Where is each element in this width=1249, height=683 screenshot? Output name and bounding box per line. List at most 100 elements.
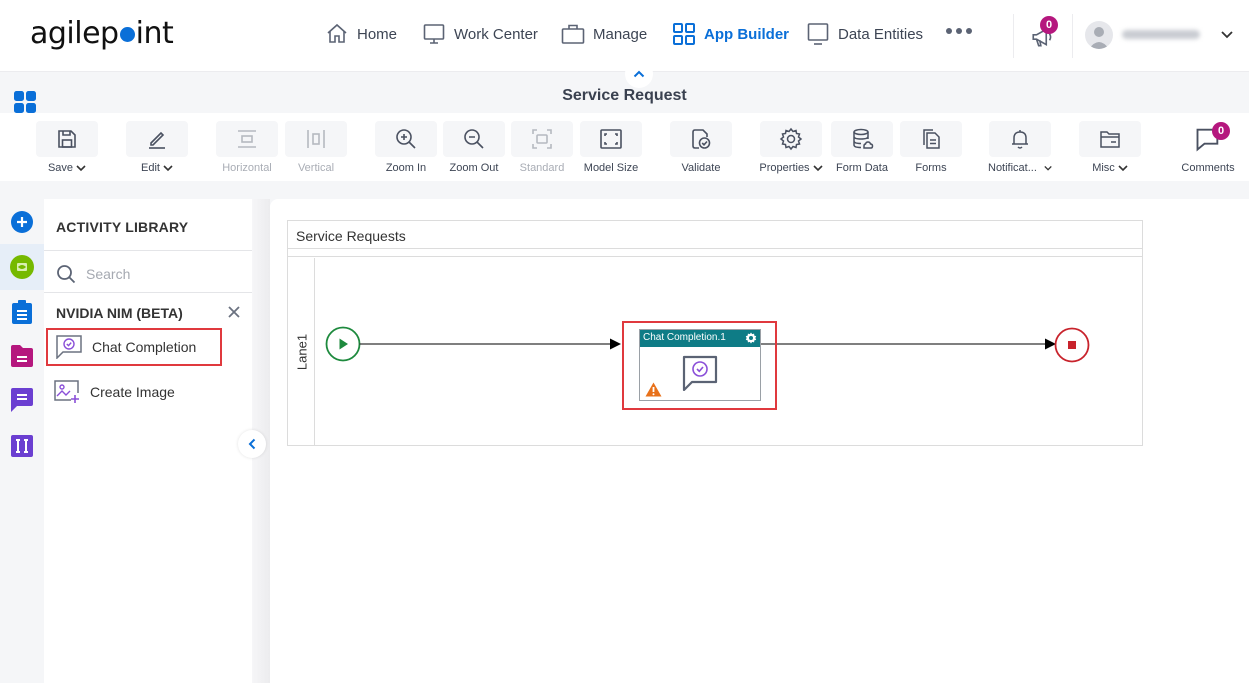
edit-button[interactable]: Edit [125, 121, 189, 174]
toolbar-label: Zoom In [385, 162, 427, 174]
nav-item-app-builder[interactable]: App Builder [672, 22, 789, 46]
divider [44, 250, 252, 251]
bell-icon [1012, 130, 1028, 149]
integration-icon [11, 435, 33, 457]
connector-start-to-task[interactable] [359, 338, 622, 350]
warning-icon[interactable] [645, 382, 662, 397]
pencil-icon [149, 131, 165, 149]
logo-text-start: agilep [30, 16, 119, 51]
task-settings-gear-icon[interactable] [745, 332, 757, 344]
rail-item-integration[interactable] [0, 423, 44, 469]
zoom-out-icon [464, 129, 484, 149]
collapse-library-button[interactable] [238, 430, 266, 458]
toolbar-label: Misc [1092, 162, 1115, 174]
nav-item-work-center[interactable]: Work Center [422, 22, 538, 46]
more-dots-icon[interactable] [946, 28, 972, 34]
nav-label: Data Entities [838, 25, 924, 43]
start-event[interactable] [325, 326, 361, 362]
form-data-button[interactable]: Form Data [830, 121, 894, 174]
toolbar-label: Form Data [836, 162, 888, 174]
toolbar-label: Edit [141, 162, 160, 174]
toolbar-label: Zoom Out [449, 162, 499, 174]
toolbar-label: Save [47, 162, 74, 174]
comments-badge: 0 [1212, 122, 1230, 140]
library-search-input[interactable] [86, 266, 236, 282]
nav-item-data-entities[interactable]: Data Entities [806, 22, 923, 46]
user-name-blurred[interactable] [1122, 30, 1200, 39]
nav-divider [1013, 14, 1014, 58]
add-circle-icon [11, 211, 33, 233]
chevron-down-icon [76, 164, 86, 171]
chevron-up-icon [633, 70, 645, 78]
comments-button[interactable]: Comments [1176, 121, 1240, 174]
save-icon [58, 130, 76, 148]
zoom-in-icon [396, 129, 416, 149]
toolbar-label: Forms [915, 162, 947, 174]
grid-icon [673, 23, 695, 45]
database-icon [853, 128, 874, 149]
fit-screen-icon [600, 129, 622, 149]
chevron-left-icon [248, 438, 256, 450]
rail-item-documents[interactable] [0, 333, 44, 379]
misc-button[interactable]: Misc [1078, 121, 1142, 174]
nav-item-manage[interactable]: Manage [561, 22, 647, 46]
process-canvas[interactable]: Service Requests Lane1 Chat Completion.1 [270, 199, 1249, 683]
chevron-down-icon [812, 164, 823, 171]
library-title: ACTIVITY LIBRARY [56, 219, 189, 235]
end-event[interactable] [1054, 327, 1090, 363]
rail-item-tasks[interactable] [0, 289, 44, 335]
align-vertical-button[interactable]: Vertical [284, 121, 348, 174]
nav-divider [1072, 14, 1073, 58]
user-avatar[interactable] [1085, 21, 1113, 49]
agilepoint-logo[interactable]: agilep int [30, 16, 174, 51]
library-item-create-image[interactable]: Create Image [46, 373, 222, 411]
standard-size-button[interactable]: Standard [510, 121, 574, 174]
forms-button[interactable]: Forms [899, 121, 963, 174]
task-title: Chat Completion.1 [643, 332, 726, 343]
toolbar-label: Validate [681, 162, 721, 174]
rail-item-add[interactable] [0, 199, 44, 245]
clipboard-icon [12, 300, 32, 324]
zoom-out-button[interactable]: Zoom Out [442, 121, 506, 174]
zoom-in-button[interactable]: Zoom In [374, 121, 438, 174]
save-button[interactable]: Save [35, 121, 99, 174]
page-title: Service Request [562, 87, 687, 104]
align-horizontal-button[interactable]: Horizontal [215, 121, 279, 174]
toolbar-label: Standard [519, 162, 565, 174]
toolbar-label: Properties [759, 162, 810, 174]
document-folder-icon [11, 345, 33, 367]
close-category-icon[interactable] [228, 306, 240, 318]
user-menu-chevron-icon[interactable] [1220, 30, 1234, 40]
model-size-button[interactable]: Model Size [579, 121, 643, 174]
task-header: Chat Completion.1 [640, 330, 760, 347]
align-vertical-icon [307, 130, 325, 148]
chat-completion-icon [56, 335, 82, 359]
task-chat-completion[interactable]: Chat Completion.1 [639, 329, 761, 401]
properties-button[interactable]: Properties [759, 121, 823, 174]
briefcase-icon [561, 24, 585, 44]
toolbar-label: Model Size [583, 162, 639, 174]
user-icon [1089, 27, 1109, 49]
validate-button[interactable]: Validate [669, 121, 733, 174]
connector-task-to-end[interactable] [743, 338, 1056, 350]
logo-dot [119, 27, 135, 42]
library-item-chat-completion[interactable]: Chat Completion [46, 328, 222, 366]
pool-service-requests[interactable]: Service Requests Lane1 Chat Completion.1 [287, 220, 1143, 446]
library-item-label: Create Image [90, 384, 175, 400]
chevron-down-icon [163, 164, 173, 171]
collapse-header-button[interactable] [625, 60, 653, 88]
monitor-icon [807, 23, 829, 45]
validate-icon [692, 129, 711, 149]
notifications-button[interactable]: Notificat... [988, 121, 1052, 174]
search-icon [57, 265, 76, 284]
nav-item-home[interactable]: Home [325, 22, 397, 46]
library-item-label: Chat Completion [92, 339, 197, 355]
rail-item-messaging[interactable] [0, 377, 44, 423]
rail-item-nvidia-nim[interactable] [0, 244, 44, 290]
toolbar-label: Vertical [297, 162, 335, 174]
nav-label: Manage [593, 25, 648, 43]
logo-text-end: int [135, 16, 174, 51]
monitor-icon [423, 24, 445, 44]
category-heading: NVIDIA NIM (BETA) [56, 305, 183, 321]
forms-icon [923, 129, 940, 149]
